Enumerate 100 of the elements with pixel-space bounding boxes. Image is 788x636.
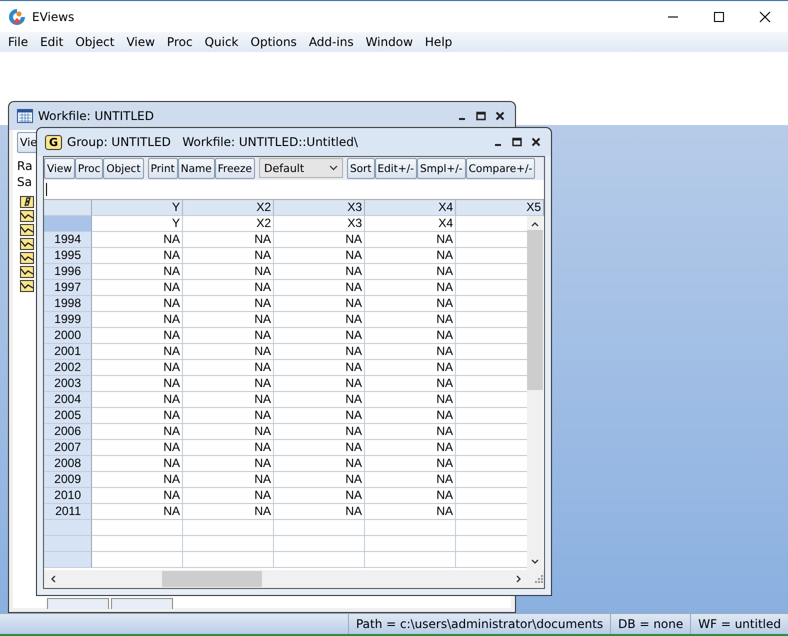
table-cell: NA — [92, 328, 183, 344]
row-label: 2004 — [44, 392, 92, 408]
table-cell: NA — [365, 392, 456, 408]
table-cell: NA — [92, 488, 183, 504]
table-cell: NA — [365, 408, 456, 424]
table-cell: NA — [365, 312, 456, 328]
row-label: 2001 — [44, 344, 92, 360]
row-label: 2002 — [44, 360, 92, 376]
table-cell: NA — [274, 248, 365, 264]
table-cell: NA — [365, 488, 456, 504]
column-header: X5 — [456, 200, 544, 216]
table-cell: NA — [274, 264, 365, 280]
table-cell: NA — [274, 504, 365, 520]
table-cell: NA — [92, 344, 183, 360]
row-label: 1997 — [44, 280, 92, 296]
table-cell: NA — [183, 248, 274, 264]
table-cell: NA — [365, 456, 456, 472]
table-cell: NA — [183, 312, 274, 328]
menu-item[interactable]: Proc — [160, 35, 199, 49]
row-label: 2009 — [44, 472, 92, 488]
table-cell: NA — [92, 456, 183, 472]
status-text: Path = c:\users\administrator\documents — [348, 614, 610, 634]
table-cell: NA — [92, 280, 183, 296]
row-label: 2011 — [44, 504, 92, 520]
row-label: 1999 — [44, 312, 92, 328]
row-label: 2008 — [44, 456, 92, 472]
column-header: X3 — [274, 200, 365, 216]
table-cell: NA — [274, 360, 365, 376]
menu-item[interactable]: File — [2, 35, 34, 49]
table-cell: NA — [274, 280, 365, 296]
table-cell: NA — [365, 504, 456, 520]
table-cell: NA — [365, 248, 456, 264]
menu-item[interactable]: Options — [244, 35, 303, 49]
toolbar-button[interactable]: Print — [148, 158, 178, 179]
table-cell: NA — [274, 408, 365, 424]
table-cell: NA — [274, 472, 365, 488]
table-cell: NA — [183, 376, 274, 392]
table-cell: NA — [183, 488, 274, 504]
table-cell: NA — [92, 392, 183, 408]
menu-item[interactable]: Help — [418, 35, 458, 49]
menu-item[interactable]: Quick — [198, 35, 244, 49]
toolbar-button[interactable]: View — [44, 158, 75, 179]
window-title: Workfile: UNTITLED — [38, 109, 154, 123]
table-cell: NA — [274, 488, 365, 504]
table-cell: NA — [183, 440, 274, 456]
table-cell: NA — [183, 456, 274, 472]
table-cell: NA — [183, 392, 274, 408]
table-cell: NA — [365, 280, 456, 296]
toolbar-button[interactable]: Object — [103, 158, 144, 179]
column-header: X4 — [365, 200, 456, 216]
table-cell: NA — [365, 472, 456, 488]
toolbar-button[interactable]: Sort — [346, 158, 374, 179]
status-text: WF = untitled — [690, 614, 788, 634]
menu-item[interactable]: Edit — [34, 35, 70, 49]
table-cell: NA — [274, 456, 365, 472]
table-cell: NA — [92, 264, 183, 280]
menu-item[interactable]: Add-ins — [302, 35, 360, 49]
menu-item[interactable]: View — [120, 35, 161, 49]
sample-dropdown[interactable]: Default — [258, 158, 343, 178]
table-cell: NA — [274, 376, 365, 392]
menu-item[interactable]: Object — [69, 35, 120, 49]
table-cell: NA — [365, 296, 456, 312]
toolbar-button[interactable]: Smpl+/- — [416, 158, 466, 179]
table-cell: NA — [365, 360, 456, 376]
table-cell: NA — [365, 328, 456, 344]
table-cell: NA — [183, 264, 274, 280]
table-cell: X3 — [274, 216, 365, 232]
table-cell: NA — [92, 360, 183, 376]
table-cell: NA — [92, 232, 183, 248]
table-cell: NA — [274, 312, 365, 328]
row-label: 2007 — [44, 440, 92, 456]
table-cell: NA — [92, 424, 183, 440]
table-cell: NA — [183, 232, 274, 248]
row-label: 2010 — [44, 488, 92, 504]
table-cell: NA — [92, 472, 183, 488]
table-cell: X4 — [365, 216, 456, 232]
row-label: 2005 — [44, 408, 92, 424]
table-cell: NA — [92, 312, 183, 328]
toolbar-button[interactable]: Freeze — [214, 158, 255, 179]
table-cell: NA — [274, 232, 365, 248]
table-cell: NA — [183, 424, 274, 440]
table-cell: NA — [365, 344, 456, 360]
toolbar-button[interactable]: Edit+/- — [374, 158, 417, 179]
table-cell: X2 — [183, 216, 274, 232]
toolbar-button[interactable]: Name — [178, 158, 215, 179]
toolbar-button[interactable]: Compare+/- — [466, 158, 536, 179]
table-cell: NA — [183, 296, 274, 312]
table-cell: NA — [92, 376, 183, 392]
table-cell: NA — [183, 328, 274, 344]
table-cell: NA — [365, 264, 456, 280]
menu-item[interactable]: Window — [360, 35, 419, 49]
table-cell: NA — [183, 504, 274, 520]
column-header: X2 — [183, 200, 274, 216]
table-cell: NA — [92, 296, 183, 312]
table-cell: NA — [183, 360, 274, 376]
toolbar-button[interactable]: Proc — [74, 158, 104, 179]
row-label: 2000 — [44, 328, 92, 344]
table-cell: NA — [274, 392, 365, 408]
table-cell: NA — [365, 424, 456, 440]
table-cell: NA — [183, 344, 274, 360]
